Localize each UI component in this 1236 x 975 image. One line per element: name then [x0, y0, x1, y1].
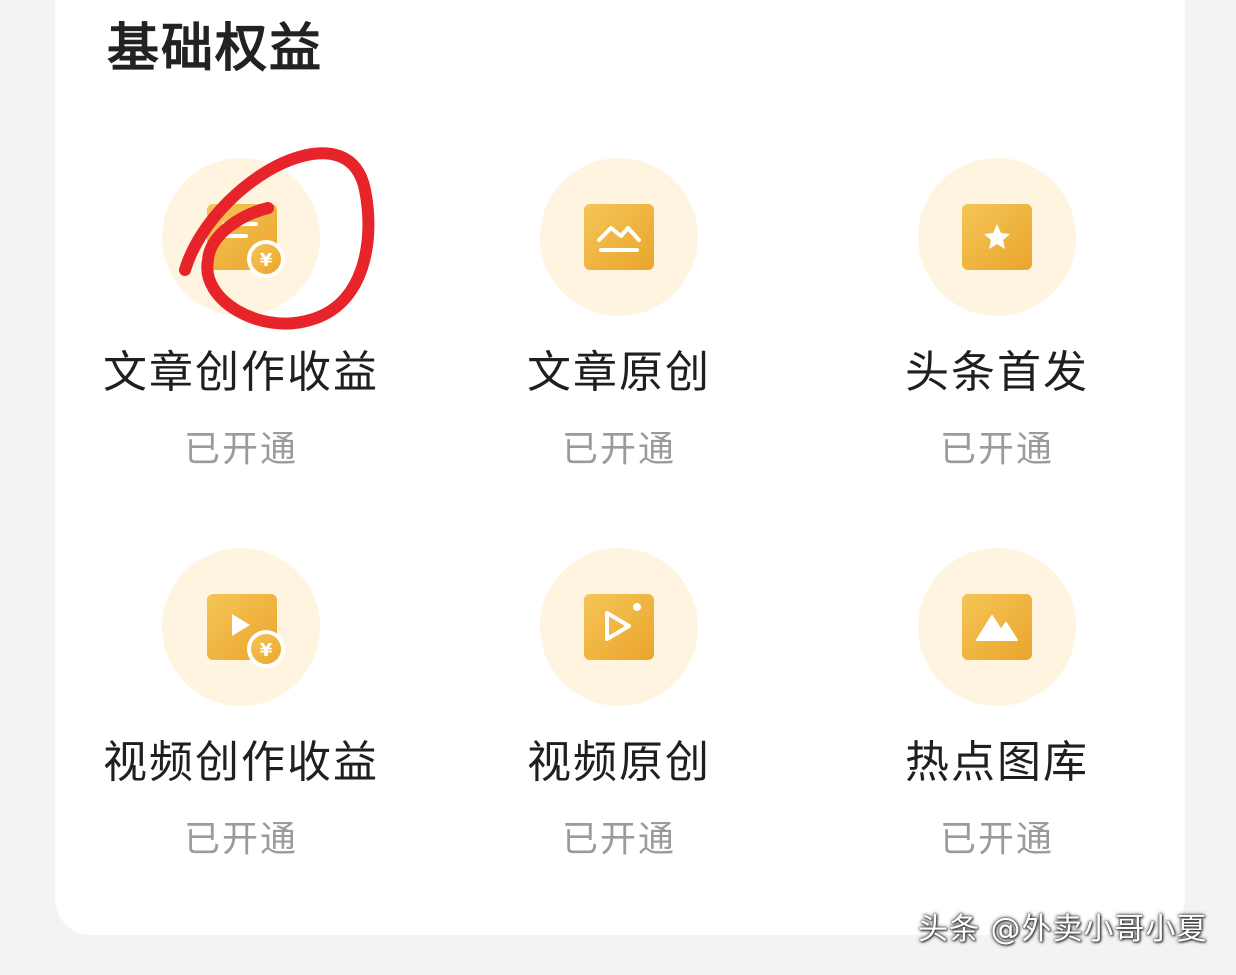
benefit-name: 视频原创: [527, 737, 711, 788]
benefit-name: 文章创作收益: [103, 347, 379, 398]
section-title: 基础权益: [107, 19, 324, 79]
benefit-name: 热点图库: [905, 737, 1089, 788]
benefit-name: 文章原创: [527, 347, 711, 398]
video-income-icon: ¥: [207, 594, 285, 668]
benefit-hot-gallery[interactable]: 热点图库 已开通: [846, 548, 1146, 878]
red-circle-annotation: [179, 147, 375, 330]
benefit-status: 已开通: [561, 819, 676, 860]
headline-first-icon: [962, 204, 1032, 270]
benefit-name: 视频创作收益: [103, 737, 379, 788]
benefit-status: 已开通: [183, 429, 298, 470]
benefit-status: 已开通: [939, 819, 1054, 860]
benefit-status: 已开通: [183, 819, 298, 860]
svg-text:¥: ¥: [260, 640, 273, 661]
benefit-status: 已开通: [561, 429, 676, 470]
benefit-article-original[interactable]: 文章原创 已开通: [468, 158, 768, 488]
article-original-icon: [584, 204, 654, 270]
benefit-headline-first[interactable]: 头条首发 已开通: [846, 158, 1146, 488]
benefit-name: 头条首发: [905, 347, 1089, 398]
benefit-video-income[interactable]: ¥ 视频创作收益 已开通: [90, 548, 390, 878]
watermark: 头条 @外卖小哥小夏: [918, 912, 1208, 947]
video-original-icon: [584, 594, 654, 660]
hot-gallery-icon: [962, 594, 1032, 660]
benefit-video-original[interactable]: 视频原创 已开通: [468, 548, 768, 878]
benefit-status: 已开通: [939, 429, 1054, 470]
